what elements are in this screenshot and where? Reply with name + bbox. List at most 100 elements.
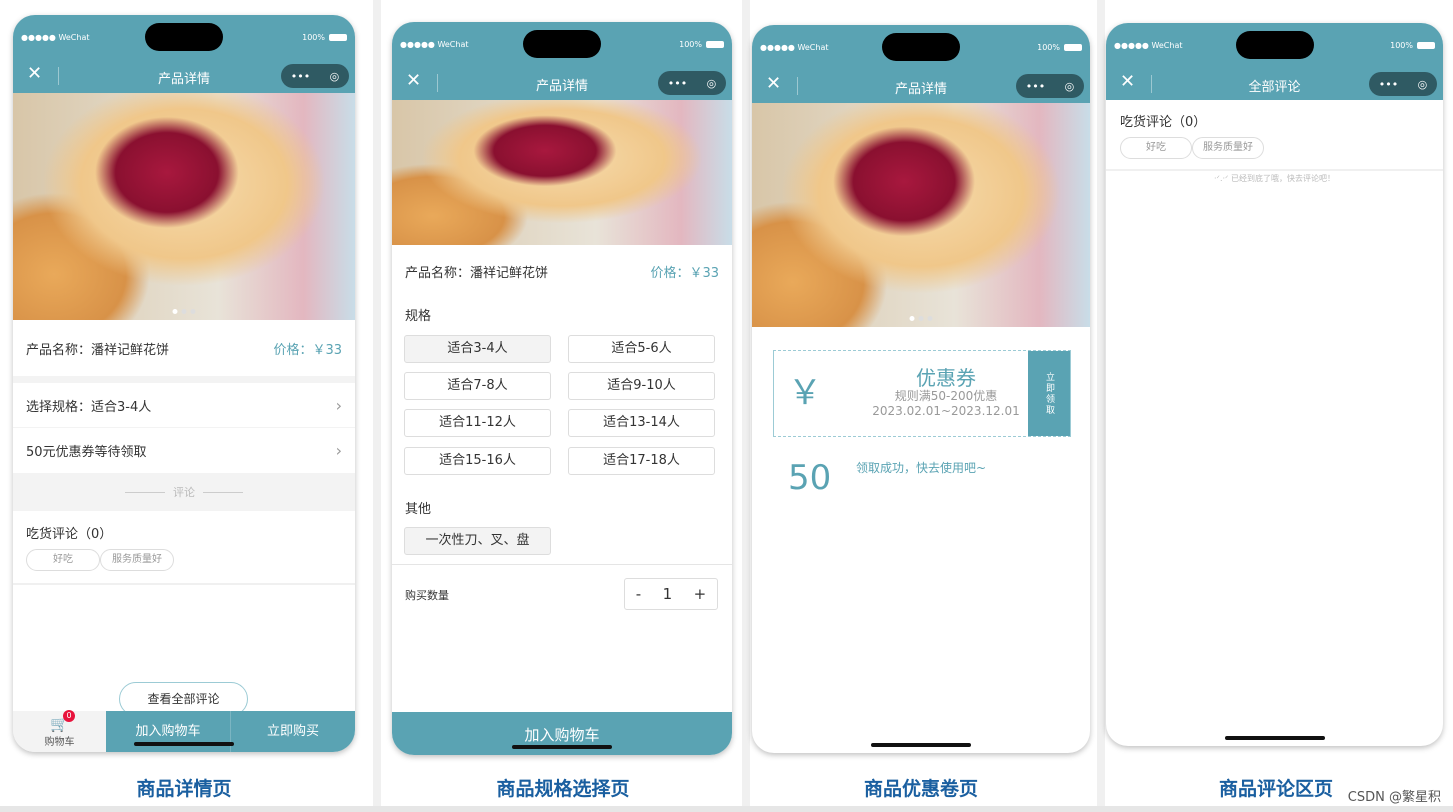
nav-header: ●●●●● WeChat 100% ✕ 产品详情 ••• ◎	[13, 15, 355, 93]
home-indicator	[1224, 736, 1325, 740]
battery-icon	[706, 41, 724, 48]
coupon-amount: ￥ 50	[788, 373, 832, 498]
capsule-menu[interactable]: ••• ◎	[1016, 74, 1084, 98]
chevron-right-icon: ›	[335, 395, 342, 415]
decrement-button[interactable]: -	[636, 585, 641, 603]
battery-text: 100%	[1390, 41, 1413, 50]
capsule-menu[interactable]: ••• ◎	[281, 64, 349, 88]
reviews-summary: 吃货评论（0） 好吃 服务质量好	[1106, 100, 1443, 171]
battery-icon	[1064, 44, 1082, 51]
battery-text: 100%	[679, 40, 702, 49]
carousel-dots	[909, 316, 933, 321]
phone-coupon: ●●●●● WeChat 100% ✕ 产品详情 ••• ◎ ￥ 50 优惠券 规…	[752, 25, 1090, 753]
product-info: 产品名称：潘祥记鲜花饼 价格：￥33	[13, 320, 355, 376]
chevron-right-icon: ›	[335, 441, 342, 460]
increment-button[interactable]: +	[694, 585, 707, 603]
dynamic-island	[145, 23, 223, 51]
spec-option[interactable]: 适合13-14人	[568, 409, 715, 437]
carrier-status: ●●●●● WeChat	[400, 40, 469, 49]
spec-option[interactable]: 适合9-10人	[568, 372, 715, 400]
comment-divider: 评论	[13, 473, 355, 511]
reviews-summary: 吃货评论（0） 好吃 服务质量好	[13, 511, 355, 585]
capsule-menu[interactable]: ••• ◎	[658, 71, 726, 95]
more-icon[interactable]: •••	[291, 70, 310, 83]
home-indicator	[134, 742, 234, 746]
battery-status: 100%	[679, 40, 724, 49]
battery-status: 100%	[1037, 43, 1082, 52]
end-of-list-note: ·ᐟ.·ᐟ 已经到底了哦，快去评论吧！	[1214, 174, 1335, 183]
cart-button[interactable]: 🛒 0 购物车	[13, 710, 106, 752]
more-icon[interactable]: •••	[668, 77, 687, 90]
coupon-name: 优惠券	[916, 366, 976, 390]
review-tag[interactable]: 服务质量好	[1192, 137, 1264, 159]
capsule-menu[interactable]: ••• ◎	[1369, 72, 1437, 96]
comment-divider-label: 评论	[173, 486, 195, 499]
spec-option-selected[interactable]: 适合3-4人	[404, 335, 551, 363]
carousel-dots	[172, 309, 196, 314]
coupon-details: 优惠券 规则满50-200优惠 2023.02.01~2023.12.01	[864, 351, 1028, 436]
coupon-row[interactable]: 50元优惠券等待领取 ›	[13, 428, 355, 473]
nav-header: ●●●●● WeChat 100% ✕ 全部评论 ••• ◎	[1106, 23, 1443, 100]
spec-row-label: 选择规格：适合3-4人	[26, 399, 152, 415]
coupon-card: ￥ 50 优惠券 规则满50-200优惠 2023.02.01~2023.12.…	[773, 350, 1071, 498]
target-icon[interactable]: ◎	[1418, 78, 1428, 91]
phone-spec-select: ●●●●● WeChat 100% ✕ 产品详情 ••• ◎ 产品名称：潘祥记鲜花…	[392, 22, 732, 755]
product-info: 产品名称：潘祥记鲜花饼 价格：￥33	[392, 245, 732, 297]
spec-option[interactable]: 适合7-8人	[404, 372, 551, 400]
dynamic-island	[882, 33, 960, 61]
battery-status: 100%	[1390, 41, 1435, 50]
other-heading: 其他	[405, 502, 432, 517]
quantity-stepper[interactable]: - 1 +	[624, 578, 718, 610]
buy-now-button[interactable]: 立即购买	[231, 711, 355, 752]
reviews-title: 吃货评论（0）	[1120, 115, 1207, 130]
product-image-carousel[interactable]	[752, 103, 1090, 327]
claim-success-message: 领取成功，快去使用吧~	[855, 461, 987, 475]
caption: 商品优惠卷页	[863, 778, 978, 800]
divider	[373, 0, 381, 812]
quantity-value[interactable]: 1	[663, 585, 673, 603]
product-name: 产品名称：潘祥记鲜花饼	[405, 265, 549, 281]
more-icon[interactable]: •••	[1026, 80, 1045, 93]
review-tag[interactable]: 好吃	[1120, 137, 1192, 159]
review-tag[interactable]: 好吃	[26, 549, 100, 571]
divider	[742, 0, 750, 812]
carrier-status: ●●●●● WeChat	[1114, 41, 1183, 50]
phone-reviews: ●●●●● WeChat 100% ✕ 全部评论 ••• ◎ 吃货评论（0） 好吃…	[1106, 23, 1443, 746]
dynamic-island	[523, 30, 601, 58]
other-option[interactable]: 一次性刀、叉、盘	[404, 527, 551, 555]
caption: 商品规格选择页	[496, 778, 630, 800]
target-icon[interactable]: ◎	[707, 77, 717, 90]
product-name: 产品名称：潘祥记鲜花饼	[26, 342, 170, 358]
watermark: CSDN @繁星积	[1347, 790, 1441, 805]
target-icon[interactable]: ◎	[1065, 80, 1075, 93]
more-icon[interactable]: •••	[1379, 78, 1398, 91]
product-price: 价格：￥33	[650, 265, 719, 281]
spec-option[interactable]: 适合15-16人	[404, 447, 551, 475]
coupon-row-label: 50元优惠券等待领取	[26, 445, 147, 460]
product-image-carousel[interactable]	[13, 93, 355, 320]
reviews-title: 吃货评论（0）	[26, 527, 113, 542]
battery-text: 100%	[302, 33, 325, 42]
battery-status: 100%	[302, 33, 347, 42]
divider	[1097, 0, 1105, 812]
claim-coupon-button[interactable]: 立即领取	[1028, 351, 1070, 436]
spec-option[interactable]: 适合5-6人	[568, 335, 715, 363]
battery-icon	[1417, 42, 1435, 49]
dynamic-island	[1235, 31, 1314, 59]
spec-selector-row[interactable]: 选择规格：适合3-4人 ›	[13, 383, 355, 428]
product-image	[392, 100, 732, 245]
nav-header: ●●●●● WeChat 100% ✕ 产品详情 ••• ◎	[392, 22, 732, 100]
quantity-label: 购买数量	[405, 589, 449, 602]
phone-product-detail: ●●●●● WeChat 100% ✕ 产品详情 ••• ◎ 产品名称：潘祥记鲜花…	[13, 15, 355, 752]
review-tag[interactable]: 服务质量好	[100, 549, 174, 571]
caption: 商品详情页	[136, 778, 232, 800]
cart-icon: 🛒 0	[13, 710, 106, 733]
cart-label: 购物车	[44, 737, 75, 748]
nav-header: ●●●●● WeChat 100% ✕ 产品详情 ••• ◎	[752, 25, 1090, 103]
target-icon[interactable]: ◎	[330, 70, 340, 83]
home-indicator	[871, 743, 971, 747]
product-price: 价格：￥33	[273, 342, 342, 358]
battery-icon	[329, 34, 347, 41]
spec-option[interactable]: 适合17-18人	[568, 447, 715, 475]
spec-option[interactable]: 适合11-12人	[404, 409, 551, 437]
